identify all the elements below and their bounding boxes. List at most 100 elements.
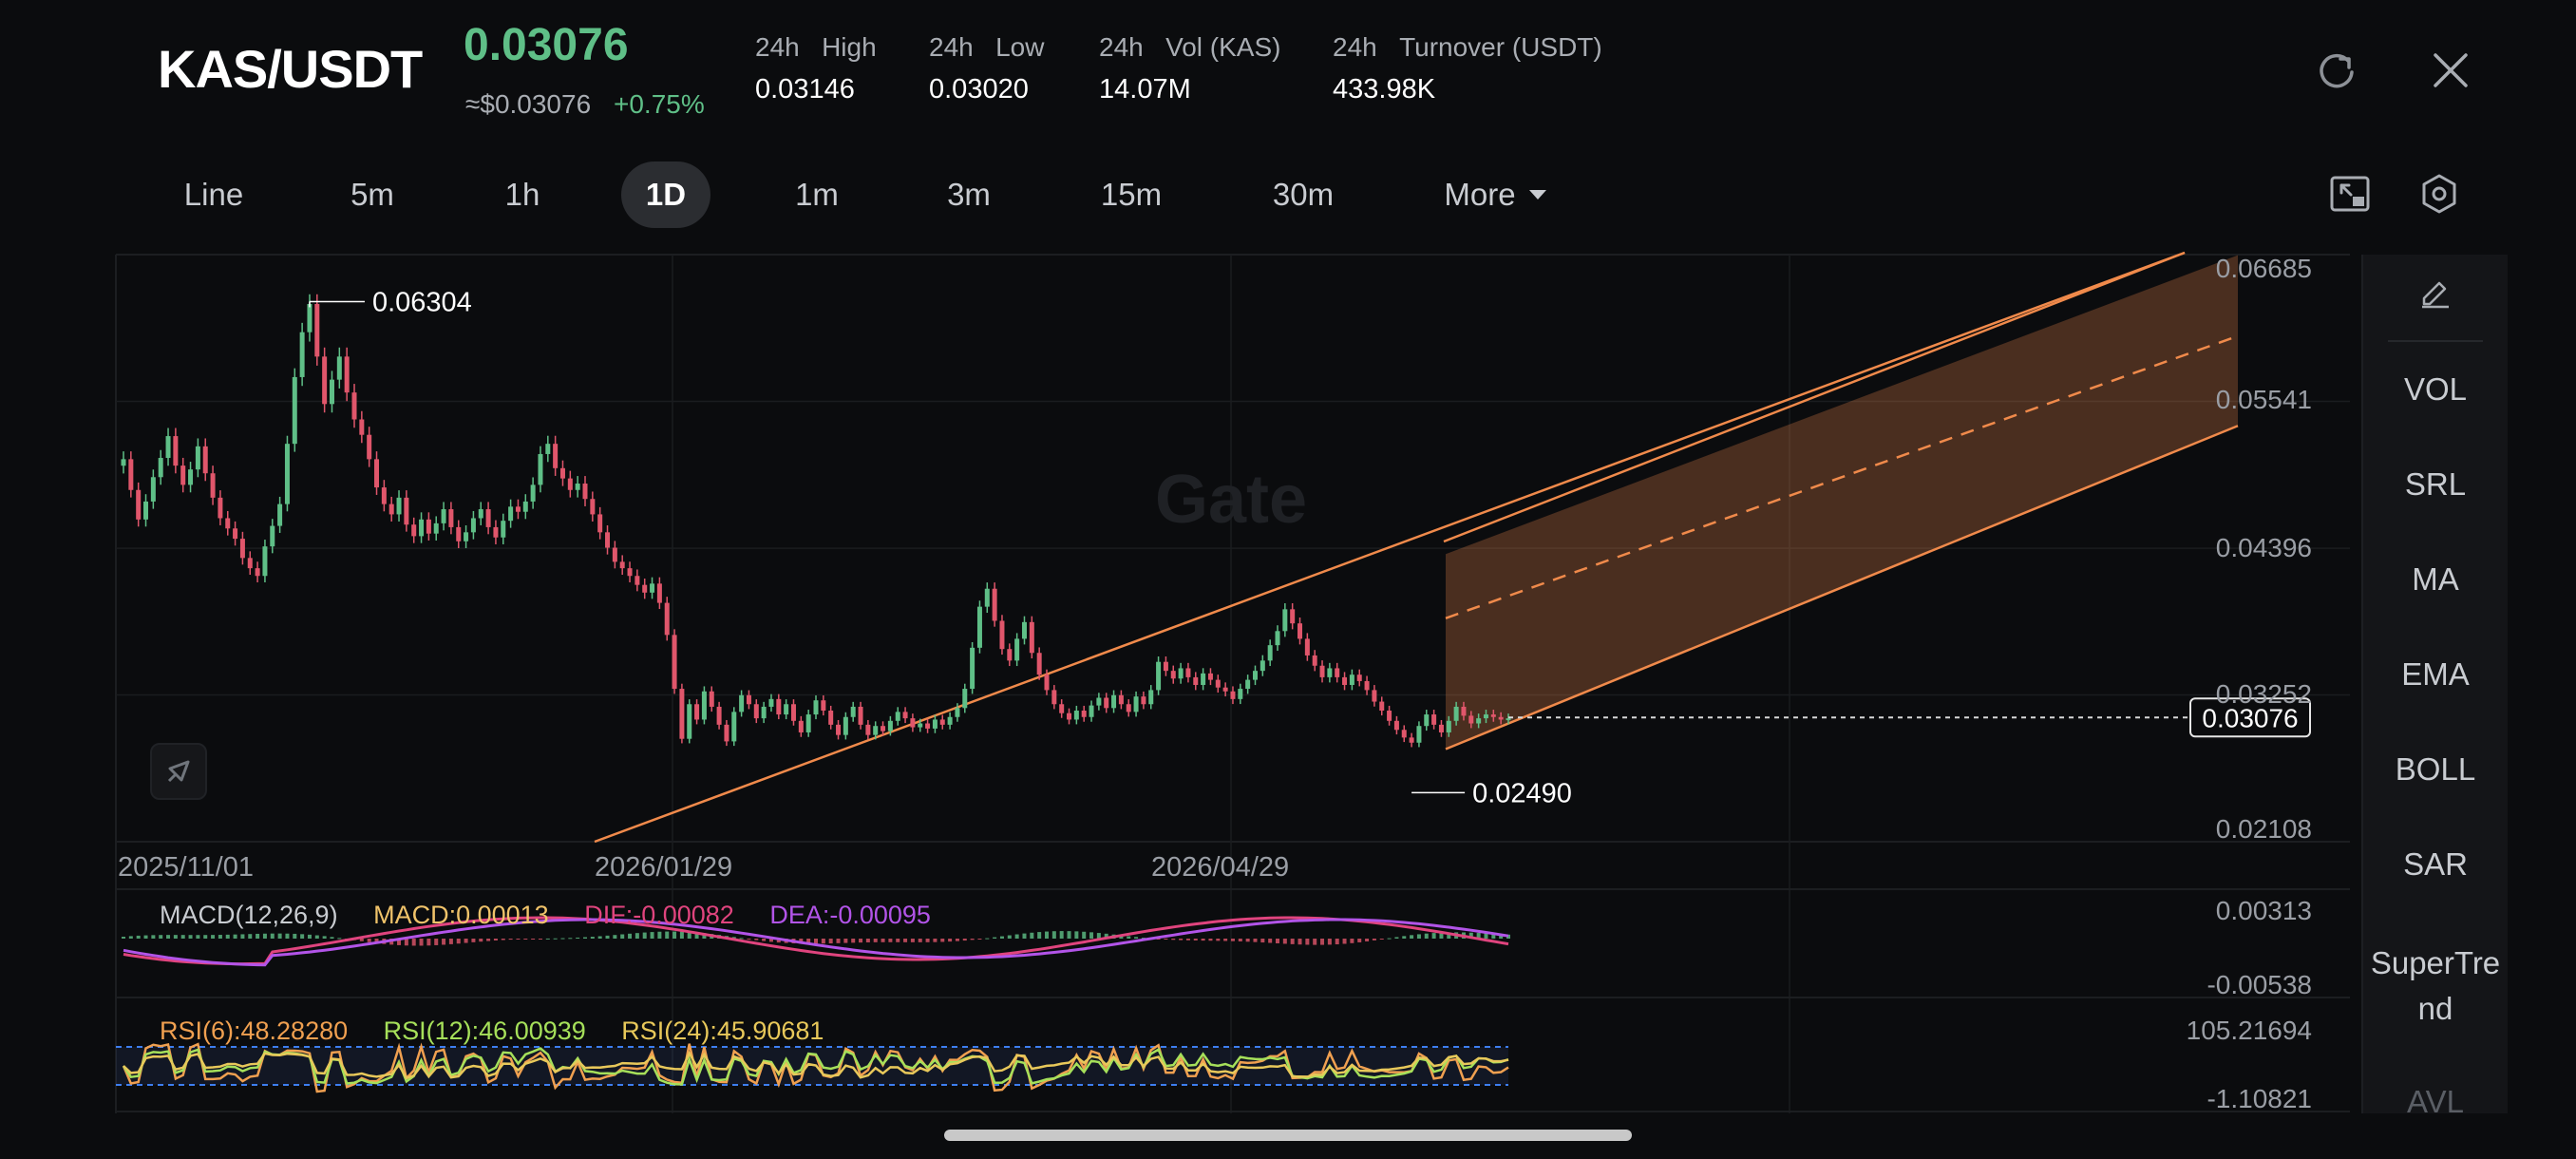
macd-hist-bar: [1201, 939, 1205, 941]
candle-body: [932, 719, 938, 729]
indicator-supertrend[interactable]: SuperTrend: [2363, 940, 2508, 1032]
indicator-panel: VOL SRL MA EMA BOLL SAR SuperTrend AVL: [2361, 255, 2508, 1119]
candle-body: [828, 711, 834, 725]
date-axis-label: 2025/11/01: [118, 852, 254, 883]
macd-hist-bar: [531, 939, 536, 940]
candle-body: [1327, 668, 1333, 677]
candle-body: [843, 716, 848, 735]
candle-body: [575, 484, 580, 490]
candle-body: [1401, 730, 1407, 738]
kline-chart[interactable]: Gate 0.063040.024900.03076 0.066850.0554…: [0, 0, 2576, 1159]
macd-hist-bar: [240, 934, 245, 939]
candle-body: [1067, 712, 1072, 720]
macd-hist-bar: [166, 935, 171, 939]
candle-body: [672, 635, 677, 690]
macd-hist-bar: [970, 939, 975, 940]
candle-body: [895, 712, 900, 721]
macd-hist-bar: [1402, 936, 1407, 939]
candle-body: [753, 704, 759, 719]
candle-body: [1461, 706, 1467, 716]
macd-hist-bar: [1342, 939, 1347, 944]
macd-hist-bar: [948, 939, 953, 942]
macd-hist-bar: [330, 937, 334, 939]
macd-hist-bar: [828, 939, 833, 944]
candle-body: [426, 519, 431, 534]
macd-hist-bar: [448, 939, 453, 944]
candle-body: [284, 444, 290, 504]
macd-hist-bar: [747, 939, 751, 940]
candle-body: [1260, 660, 1265, 672]
indicator-ema[interactable]: EMA: [2363, 652, 2508, 697]
candle-body: [716, 706, 722, 725]
macd-hist-bar: [1276, 939, 1279, 943]
macd-hist-bar: [523, 939, 528, 940]
candle-body: [1014, 638, 1020, 661]
candle-body: [731, 712, 737, 742]
candle-body: [887, 720, 893, 732]
macd-hist-bar: [293, 933, 297, 939]
candle-body: [1021, 621, 1027, 639]
indicator-boll[interactable]: BOLL: [2363, 747, 2508, 792]
macd-hist-bar: [256, 933, 260, 939]
date-axis: 2025/11/01 2026/01/29 2026/04/29: [118, 852, 1289, 883]
indicator-avl[interactable]: AVL: [2363, 1079, 2508, 1125]
candle-body: [619, 561, 625, 569]
candle-body: [1156, 661, 1162, 691]
candle-body: [501, 521, 506, 538]
candle-body: [508, 506, 514, 522]
edit-indicators-button[interactable]: [2363, 276, 2508, 322]
macd-hist-bar: [1357, 939, 1362, 942]
candle-body: [1148, 690, 1154, 705]
candle-body: [679, 689, 685, 739]
candle-body: [292, 376, 297, 445]
macd-hist-bar: [836, 939, 841, 943]
macd-value: MACD:0.00013: [373, 901, 549, 929]
macd-hist-bar: [1208, 939, 1213, 941]
macd-hist-bar: [1014, 934, 1019, 939]
date-axis-label: 2026/01/29: [595, 852, 732, 883]
candle-body: [1335, 668, 1340, 677]
high-marker-label: 0.06304: [372, 287, 472, 317]
candle-body: [984, 588, 990, 607]
macd-hist-bar: [814, 939, 818, 944]
candle-body: [150, 477, 156, 502]
macd-hist-bar: [1416, 934, 1421, 939]
candle-body: [128, 459, 134, 490]
candle-body: [299, 332, 305, 377]
indicator-vol[interactable]: VOL: [2363, 367, 2508, 412]
macd-hist-bar: [337, 938, 342, 940]
macd-hist-bar: [1394, 937, 1399, 939]
candle-body: [530, 484, 536, 502]
macd-hist-bar: [479, 939, 483, 942]
candle-body: [239, 539, 245, 559]
macd-hist-bar: [999, 936, 1004, 939]
candle-body: [136, 489, 142, 520]
indicator-sar[interactable]: SAR: [2363, 842, 2508, 887]
candle-body: [776, 698, 782, 715]
candle-body: [1453, 706, 1459, 721]
candle-body: [1490, 714, 1496, 717]
candle-body: [1297, 623, 1303, 639]
drawing-mode-button[interactable]: [150, 743, 207, 800]
macd-hist-bar: [933, 939, 938, 942]
candle-body: [1104, 697, 1109, 709]
indicator-ma[interactable]: MA: [2363, 557, 2508, 602]
candle-body: [664, 602, 670, 636]
rsi12-value: RSI(12):46.00939: [383, 1016, 586, 1045]
candle-body: [1387, 711, 1392, 721]
candle-body: [999, 620, 1005, 650]
macd-hist-bar: [628, 933, 633, 939]
macd-hist-bar: [1089, 932, 1094, 939]
candle-body: [388, 504, 394, 515]
macd-hist-bar: [277, 933, 282, 939]
macd-hist-bar: [955, 939, 959, 941]
indicator-srl[interactable]: SRL: [2363, 462, 2508, 507]
macd-hist-bar: [859, 939, 863, 943]
macd-hist-bar: [1022, 933, 1027, 939]
macd-hist-bar: [865, 939, 870, 942]
candle-body: [559, 467, 565, 479]
low-marker-label: 0.02490: [1472, 778, 1572, 808]
macd-hist-bar: [143, 935, 148, 939]
macd-hist-bar: [1253, 939, 1258, 942]
macd-axis-label: -0.00538: [2207, 970, 2312, 999]
